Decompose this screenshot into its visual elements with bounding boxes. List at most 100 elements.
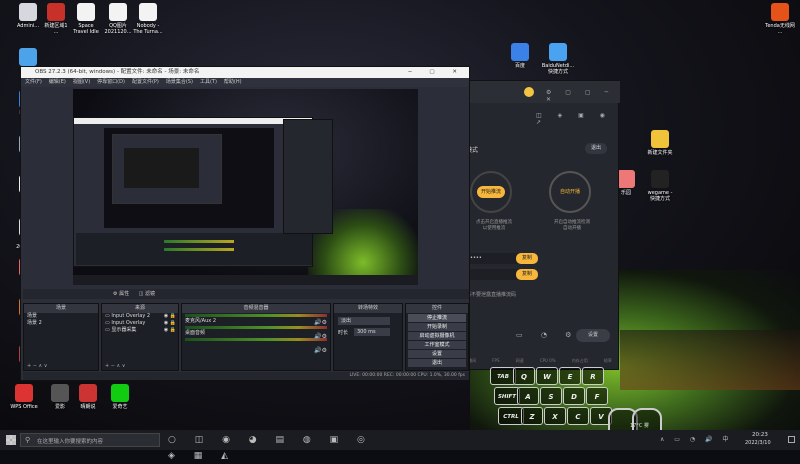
auto-live-label: 自动开播: [559, 189, 580, 195]
obs-menu-item[interactable]: 编辑(E): [49, 78, 66, 87]
clock-date[interactable]: 2022/3/10: [745, 440, 771, 446]
desktop-icon-label: 新建文件夹: [647, 150, 673, 156]
desktop-icon-image: [19, 48, 37, 66]
mixer-volume-icons[interactable]: 🔊⚙ 🔊⚙ 🔊⚙: [314, 316, 327, 358]
transition-select[interactable]: 淡出: [338, 317, 390, 325]
virtual-camera-button[interactable]: 启动虚拟摄像机: [408, 332, 466, 340]
sources-mini-toolbar[interactable]: + − ∧ ∨: [102, 363, 125, 370]
obs-menu-item[interactable]: 文件(F): [25, 78, 42, 87]
desktop-icon-image: [511, 43, 529, 61]
scene-item[interactable]: 场景 2: [24, 320, 98, 327]
desktop-icon[interactable]: 百度: [500, 43, 540, 69]
avatar[interactable]: [524, 87, 534, 97]
overlay-key: X: [544, 407, 566, 425]
obs-menu-bar: 文件(F) 编辑(E) 视图(V) 停靠窗口(D) 配置文件(P) 场景集合(S) 工具(T…: [21, 78, 469, 87]
desktop-icon-image: [15, 384, 33, 402]
obs-menu-item[interactable]: 配置文件(P): [132, 78, 159, 87]
obs-window-controls[interactable]: ─ ▢ ✕: [408, 67, 465, 78]
scenes-mini-toolbar[interactable]: + − ∧ ∨: [24, 363, 47, 370]
mixer-meter: [185, 326, 327, 329]
desktop-icon-label: wegame - 快捷方式: [647, 190, 673, 202]
overlay-key: Q: [513, 367, 535, 385]
controls-dock: 控件 停止推流 开始录制 启动虚拟摄像机 工作室模式 设置 退出: [405, 303, 469, 371]
bottom-icons[interactable]: ▭ ◔ ⚙: [516, 331, 579, 339]
footer-stat: 网速: [515, 358, 524, 363]
copy-button-1[interactable]: 复制: [516, 253, 538, 264]
auto-live-circle[interactable]: 自动开播: [549, 171, 591, 213]
copy-button-2[interactable]: 复制: [516, 269, 538, 280]
obs-menu-item[interactable]: 停靠窗口(D): [97, 78, 125, 87]
desktop-icon-label: WPS Office: [10, 404, 38, 410]
start-icon[interactable]: [6, 435, 16, 445]
obs-menu-item[interactable]: 视图(V): [73, 78, 90, 87]
source-item[interactable]: ▭ Input Overlay 2 ◉ 🔒: [102, 313, 178, 320]
taskbar-apps[interactable]: ○ ◫ ◉ ◕ ▤ ◍ ▣ ◎ ◈ ▦ ◭: [168, 432, 398, 461]
desktop-icon-image: [77, 3, 95, 21]
overlay-key: C: [567, 407, 589, 425]
desktop-icon[interactable]: WPS Office: [4, 384, 44, 410]
desktop-icon-image: [549, 43, 567, 61]
desktop-icon[interactable]: 爱奇艺: [100, 384, 140, 410]
preview-nested-panel: [283, 119, 333, 234]
clock-time[interactable]: 20:23: [752, 432, 768, 438]
overlay-key: W: [536, 367, 558, 385]
desktop-icon-image: [79, 384, 97, 402]
preview-taskbar: [73, 275, 418, 285]
start-stream-button[interactable]: 开始推流: [477, 186, 505, 198]
start-recording-button[interactable]: 开始录制: [408, 323, 466, 331]
desktop-icon-label: 百度: [514, 63, 525, 69]
desktop-icon-image: [651, 170, 669, 188]
stop-streaming-button[interactable]: 停止推流: [408, 314, 466, 322]
overlay-key: R: [582, 367, 604, 385]
tray-icons[interactable]: ∧ ▭ ◔ 🔊 中: [660, 434, 732, 443]
obs-menu-item[interactable]: 场景集合(S): [166, 78, 193, 87]
taskbar: ⚲ 在这里输入你要搜索的内容 ○ ◫ ◉ ◕ ▤ ◍ ▣ ◎ ◈ ▦ ◭ ∧ ▭…: [0, 423, 800, 461]
overlay-key: A: [517, 387, 539, 405]
desktop-icon[interactable]: BaiduNetdi... 快捷方式: [538, 43, 578, 75]
footer-stat: 内存占用: [571, 358, 588, 363]
wallpaper-horizon: [620, 330, 800, 390]
toolbar-icons[interactable]: ◫ ◈ ▣ ◉ ↗: [536, 112, 618, 126]
mixer-meter: [185, 314, 327, 317]
search-icon: ⚲: [25, 436, 31, 444]
streaming-helper-window: ⚙ ▢ ▢ ─ ✕ ◫ ◈ ▣ ◉ ↗ 模式 退出 开始推流 自动开播 点击开启…: [455, 80, 620, 370]
obs-window: OBS 27.2.3 (64-bit, windows) - 配置文件: 未命名…: [20, 66, 470, 381]
stream-key-warning: 请不要泄露直播推流码: [466, 292, 517, 298]
weather[interactable]: 17°C 雾: [630, 422, 649, 429]
scenes-dock: 场景 场景 场景 2 + − ∧ ∨: [23, 303, 99, 371]
desktop-icon[interactable]: Nobody - The Turna...: [128, 3, 168, 35]
filters-button[interactable]: ◫ 滤镜: [139, 291, 155, 297]
obs-menu-item[interactable]: 工具(T): [200, 78, 217, 87]
footer-stat: FPS: [492, 358, 500, 363]
desktop-icon-image: [771, 3, 789, 21]
desktop-icon-image: [651, 130, 669, 148]
obs-menu-item[interactable]: 帮助(H): [224, 78, 242, 87]
window-controls[interactable]: ⚙ ▢ ▢ ─ ✕: [546, 89, 618, 103]
overlay-key: Z: [521, 407, 543, 425]
settings-button[interactable]: 设置: [576, 329, 610, 342]
mixer-channel-name: 麦克风/Aux 2: [185, 318, 217, 324]
obs-title: OBS 27.2.3 (64-bit, windows) - 配置文件: 未命名…: [35, 69, 200, 75]
search-placeholder: 在这里输入你要搜索的内容: [37, 439, 104, 445]
desktop-icon[interactable]: wegame - 快捷方式: [640, 170, 680, 202]
desktop-icon-image: [111, 384, 129, 402]
studio-mode-button[interactable]: 工作室模式: [408, 341, 466, 349]
properties-button[interactable]: ⚙ 属性: [113, 291, 129, 297]
transition-duration-input[interactable]: 300 ms: [354, 328, 390, 336]
obs-status-bar: LIVE: 00:00:00 REC: 00:00:00 CPU: 1.0%, …: [23, 372, 469, 380]
scene-item[interactable]: 场景: [24, 313, 98, 320]
search-box[interactable]: ⚲ 在这里输入你要搜索的内容: [20, 433, 160, 447]
desktop-icon-label: Tenda无线网 ...: [765, 23, 795, 35]
source-item[interactable]: ▭ 显示器采集 ◉ 🔒: [102, 327, 178, 334]
notification-icon[interactable]: [788, 436, 795, 443]
desktop-icon[interactable]: 新建文件夹: [640, 130, 680, 156]
exit-button[interactable]: 退出: [585, 143, 607, 154]
start-stream-circle[interactable]: 开始推流: [470, 171, 512, 213]
source-item[interactable]: ▭ Input Overlay ◉ 🔒: [102, 320, 178, 327]
desktop-icon[interactable]: Tenda无线网 ...: [760, 3, 800, 35]
overlay-key: S: [540, 387, 562, 405]
start-stream-desc: 点击开启直播推流 以使用推流: [476, 220, 512, 231]
obs-preview[interactable]: [73, 89, 418, 285]
exit-button[interactable]: 退出: [408, 359, 466, 367]
settings-button[interactable]: 设置: [408, 350, 466, 358]
